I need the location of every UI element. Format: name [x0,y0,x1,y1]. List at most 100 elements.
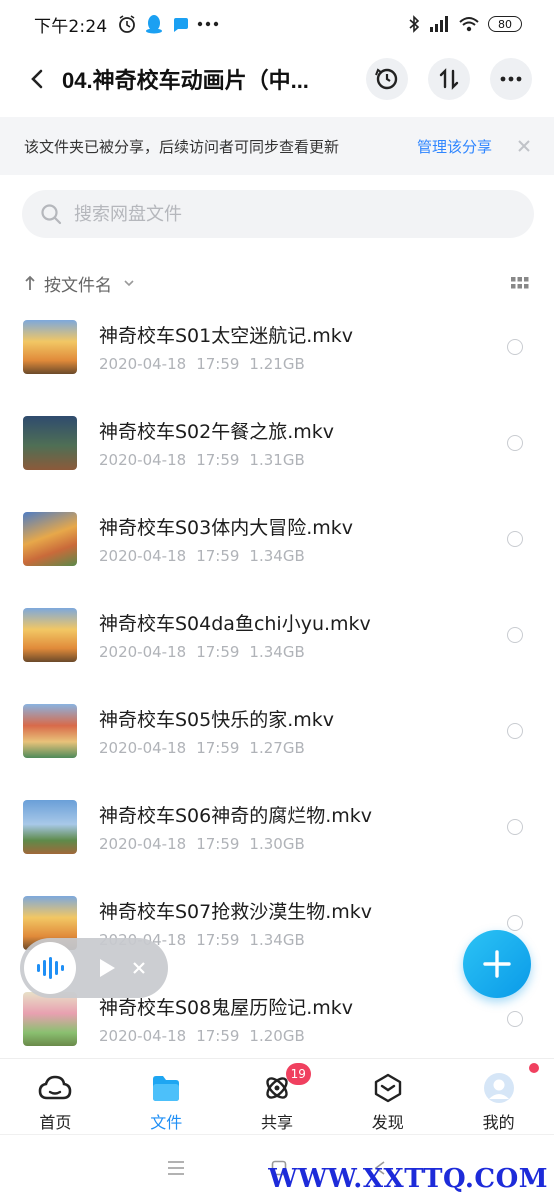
battery-level: 80 [498,17,512,31]
file-date: 2020-04-18 [99,451,187,469]
file-size: 1.20GB [249,1027,305,1045]
video-thumbnail [23,512,77,566]
search-box[interactable] [22,190,534,238]
tab-share[interactable]: 共享 19 [222,1059,333,1134]
select-checkbox[interactable] [507,819,523,835]
select-checkbox[interactable] [507,531,523,547]
more-button[interactable] [490,58,532,100]
battery-icon: 80 [488,16,522,32]
sort-arrow-up-icon [25,275,35,290]
share-banner-close-button[interactable] [516,138,532,154]
file-row[interactable]: 神奇校车S01太空迷航记.mkv 2020-04-18 17:59 1.21GB [0,300,554,396]
file-row[interactable]: 神奇校车S06神奇的腐烂物.mkv 2020-04-18 17:59 1.30GB [0,780,554,876]
select-checkbox[interactable] [507,339,523,355]
select-checkbox[interactable] [507,723,523,739]
file-row[interactable]: 神奇校车S04da鱼chi小yu.mkv 2020-04-18 17:59 1.34… [0,588,554,684]
file-meta: 2020-04-18 17:59 1.21GB [99,355,315,373]
file-time: 17:59 [196,931,240,949]
sort-by-name-button[interactable]: 按文件名 [44,271,112,296]
file-row[interactable]: 神奇校车S03体内大冒险.mkv 2020-04-18 17:59 1.34GB [0,492,554,588]
file-size: 1.21GB [249,355,305,373]
select-checkbox[interactable] [507,627,523,643]
more-dots-icon [198,21,219,27]
file-name: 神奇校车S03体内大冒险.mkv [99,517,354,539]
file-time: 17:59 [196,451,240,469]
share-banner-text: 该文件夹已被分享，后续访问者可同步查看更新 [24,137,340,156]
tab-label: 我的 [482,1113,515,1132]
file-time: 17:59 [196,835,240,853]
file-date: 2020-04-18 [99,643,187,661]
file-name: 神奇校车S05快乐的家.mkv [99,709,335,731]
file-date: 2020-04-18 [99,547,187,565]
file-date: 2020-04-18 [99,835,187,853]
share-banner: 该文件夹已被分享，后续访问者可同步查看更新 管理该分享 [0,117,554,175]
file-row[interactable]: 神奇校车S05快乐的家.mkv 2020-04-18 17:59 1.27GB [0,684,554,780]
status-left-icons [117,14,219,34]
tab-label: 文件 [150,1113,183,1132]
header: 04.神奇校车动画片（中... [0,48,554,110]
file-date: 2020-04-18 [99,355,187,373]
plus-icon [483,950,511,978]
alarm-icon [119,15,136,33]
audio-wave-icon [37,957,64,979]
notification-badge: 19 [285,1063,311,1085]
player-close-icon[interactable] [132,961,146,975]
sort-transfer-button[interactable] [428,58,470,100]
file-time: 17:59 [196,355,240,373]
tab-files[interactable]: 文件 [111,1059,222,1134]
file-size: 1.34GB [249,931,305,949]
file-date: 2020-04-18 [99,739,187,757]
watermark-text: WWW.XXTTQ.COM [268,1164,548,1194]
search-icon [41,204,62,225]
video-thumbnail [23,608,77,662]
bottom-tab-bar: 首页 文件 共享 19 发现 我的 [0,1058,554,1134]
file-size: 1.30GB [249,835,305,853]
file-name: 神奇校车S04da鱼chi小yu.mkv [99,613,371,635]
qq-icon [146,15,163,34]
file-name: 神奇校车S06神奇的腐烂物.mkv [99,805,373,827]
history-button[interactable] [366,58,408,100]
tab-discover[interactable]: 发现 [332,1059,443,1134]
file-time: 17:59 [196,739,240,757]
file-meta: 2020-04-18 17:59 1.34GB [99,547,315,565]
folder-icon [151,1073,181,1103]
video-thumbnail [23,800,77,854]
tab-mine[interactable]: 我的 [443,1059,554,1134]
file-size: 1.34GB [249,547,305,565]
audio-wave-button[interactable] [24,942,76,994]
page-title: 04.神奇校车动画片（中... [62,68,309,93]
signal-icon [430,16,448,32]
tab-home[interactable]: 首页 [0,1059,111,1134]
wifi-icon [459,17,479,32]
menu-icon[interactable] [167,1160,185,1176]
select-checkbox[interactable] [507,435,523,451]
file-date: 2020-04-18 [99,1027,187,1045]
sort-row: 按文件名 [24,268,530,298]
select-checkbox[interactable] [507,915,523,931]
floating-player[interactable] [20,938,168,998]
grid-view-icon[interactable] [510,276,530,290]
file-meta: 2020-04-18 17:59 1.30GB [99,835,315,853]
play-icon[interactable] [98,958,116,978]
file-size: 1.31GB [249,451,305,469]
file-time: 17:59 [196,1027,240,1045]
header-actions [366,58,532,100]
video-thumbnail [23,704,77,758]
select-checkbox[interactable] [507,1011,523,1027]
chat-icon [174,18,189,32]
file-name: 神奇校车S07抢救沙漠生物.mkv [99,901,373,923]
bluetooth-icon [409,15,420,33]
file-name: 神奇校车S02午餐之旅.mkv [99,421,335,443]
file-size: 1.27GB [249,739,305,757]
chevron-down-icon[interactable] [122,278,136,288]
status-bar: 下午2:24 80 [0,0,554,48]
add-fab-button[interactable] [463,930,531,998]
discover-box-icon [374,1073,402,1103]
manage-share-link[interactable]: 管理该分享 [417,136,492,157]
search-input[interactable] [74,203,494,225]
file-meta: 2020-04-18 17:59 1.34GB [99,643,315,661]
back-button[interactable] [12,54,62,104]
file-meta: 2020-04-18 17:59 1.27GB [99,739,315,757]
file-row[interactable]: 神奇校车S02午餐之旅.mkv 2020-04-18 17:59 1.31GB [0,396,554,492]
file-meta: 2020-04-18 17:59 1.31GB [99,451,315,469]
